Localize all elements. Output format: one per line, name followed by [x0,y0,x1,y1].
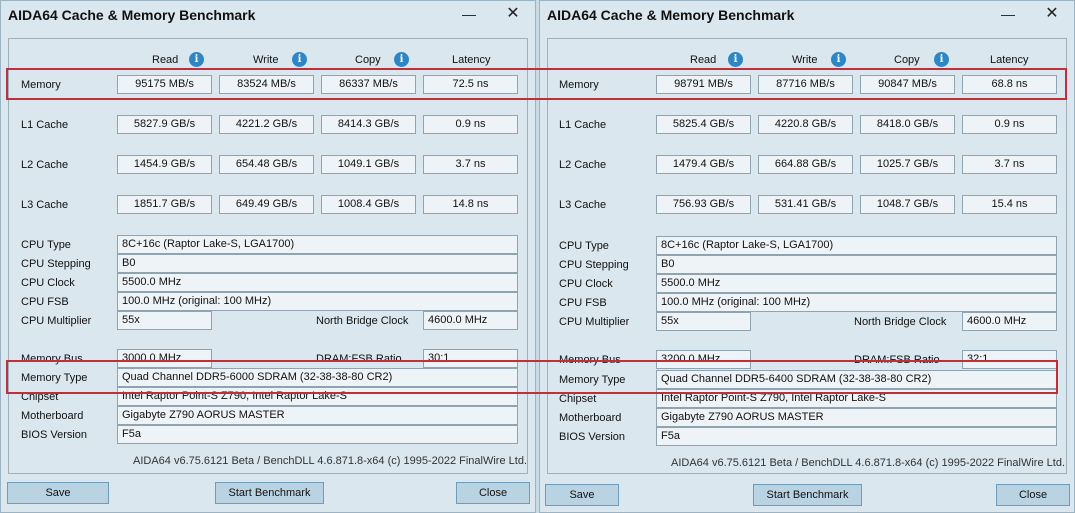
save-button[interactable]: Save [7,482,109,504]
label-cpu-type: CPU Type [559,240,609,252]
row-label-l2-cache: L2 Cache [21,159,69,171]
window-title: AIDA64 Cache & Memory Benchmark [8,7,256,23]
minimize-icon[interactable]: — [461,7,477,23]
l1-copy-value: 8414.3 GB/s [321,115,416,134]
cpu-fsb-value: 100.0 MHz (original: 100 MHz) [117,292,518,311]
memory-row-highlight [6,68,1067,100]
cpu-type-value: 8C+16c (Raptor Lake-S, LGA1700) [656,236,1057,255]
close-icon[interactable]: ✕ [505,6,521,23]
save-button[interactable]: Save [545,484,619,506]
header-read: Read [152,54,179,66]
label-cpu-stepping: CPU Stepping [559,259,629,271]
l1-latency-value: 0.9 ns [423,115,518,134]
info-icon[interactable]: i [934,52,949,67]
bios-version-value: F5a [117,425,518,444]
row-label-l3-cache: L3 Cache [21,199,69,211]
l2-copy-value: 1025.7 GB/s [860,155,955,174]
close-icon[interactable]: ✕ [1044,6,1060,23]
label-bios-version: BIOS Version [21,429,88,441]
title-bar: AIDA64 Cache & Memory Benchmark — ✕ [1,1,535,31]
motherboard-value: Gigabyte Z790 AORUS MASTER [117,406,518,425]
minimize-icon[interactable]: — [1000,7,1016,23]
cpu-stepping-value: B0 [656,255,1057,274]
cpu-multiplier-value: 55x [656,312,751,331]
header-latency: Latency [990,54,1029,66]
footer-copyright: AIDA64 v6.75.6121 Beta / BenchDLL 4.6.87… [133,455,527,467]
l2-read-value: 1479.4 GB/s [656,155,751,174]
cpu-stepping-value: B0 [117,254,518,273]
results-panel: Read i Write i Copy i Latency Memory 951… [8,38,528,474]
label-cpu-fsb: CPU FSB [559,297,607,309]
close-button[interactable]: Close [456,482,530,504]
label-cpu-clock: CPU Clock [21,277,75,289]
title-bar: AIDA64 Cache & Memory Benchmark — ✕ [540,1,1074,31]
row-label-l2-cache: L2 Cache [559,159,607,171]
l2-latency-value: 3.7 ns [962,155,1057,174]
header-latency: Latency [452,54,491,66]
header-copy: Copy [355,54,381,66]
row-label-l1-cache: L1 Cache [21,119,69,131]
l3-copy-value: 1008.4 GB/s [321,195,416,214]
l3-write-value: 649.49 GB/s [219,195,314,214]
l1-copy-value: 8418.0 GB/s [860,115,955,134]
label-chipset: Chipset [559,393,597,405]
cpu-type-value: 8C+16c (Raptor Lake-S, LGA1700) [117,235,518,254]
window-title: AIDA64 Cache & Memory Benchmark [547,7,795,23]
l2-copy-value: 1049.1 GB/s [321,155,416,174]
label-motherboard: Motherboard [21,410,84,422]
cpu-clock-value: 5500.0 MHz [117,273,518,292]
l1-write-value: 4221.2 GB/s [219,115,314,134]
header-read: Read [690,54,717,66]
north-bridge-clock-value: 4600.0 MHz [423,311,518,330]
bios-version-value: F5a [656,427,1057,446]
info-icon[interactable]: i [831,52,846,67]
header-write: Write [253,54,279,66]
l2-write-value: 664.88 GB/s [758,155,853,174]
l1-read-value: 5825.4 GB/s [656,115,751,134]
l3-latency-value: 15.4 ns [962,195,1057,214]
cpu-fsb-value: 100.0 MHz (original: 100 MHz) [656,293,1057,312]
label-cpu-stepping: CPU Stepping [21,258,91,270]
label-motherboard: Motherboard [559,412,622,424]
results-panel: Read i Write i Copy i Latency Memory 987… [547,38,1067,474]
label-north-bridge-clock: North Bridge Clock [316,315,409,327]
info-icon[interactable]: i [292,52,307,67]
l1-latency-value: 0.9 ns [962,115,1057,134]
row-label-l1-cache: L1 Cache [559,119,607,131]
north-bridge-clock-value: 4600.0 MHz [962,312,1057,331]
l3-copy-value: 1048.7 GB/s [860,195,955,214]
l3-write-value: 531.41 GB/s [758,195,853,214]
cpu-clock-value: 5500.0 MHz [656,274,1057,293]
footer-copyright: AIDA64 v6.75.6121 Beta / BenchDLL 4.6.87… [671,457,1065,469]
label-bios-version: BIOS Version [559,431,626,443]
info-icon[interactable]: i [189,52,204,67]
label-cpu-multiplier: CPU Multiplier [559,316,630,328]
l3-read-value: 756.93 GB/s [656,195,751,214]
l2-read-value: 1454.9 GB/s [117,155,212,174]
l3-latency-value: 14.8 ns [423,195,518,214]
l1-read-value: 5827.9 GB/s [117,115,212,134]
memory-type-highlight [6,360,1058,394]
label-cpu-multiplier: CPU Multiplier [21,315,92,327]
close-button[interactable]: Close [996,484,1070,506]
label-cpu-clock: CPU Clock [559,278,613,290]
info-icon[interactable]: i [728,52,743,67]
row-label-l3-cache: L3 Cache [559,199,607,211]
header-copy: Copy [894,54,920,66]
motherboard-value: Gigabyte Z790 AORUS MASTER [656,408,1057,427]
l2-latency-value: 3.7 ns [423,155,518,174]
info-icon[interactable]: i [394,52,409,67]
l1-write-value: 4220.8 GB/s [758,115,853,134]
header-write: Write [792,54,818,66]
l3-read-value: 1851.7 GB/s [117,195,212,214]
label-cpu-fsb: CPU FSB [21,296,69,308]
label-cpu-type: CPU Type [21,239,71,251]
label-north-bridge-clock: North Bridge Clock [854,316,947,328]
l2-write-value: 654.48 GB/s [219,155,314,174]
start-benchmark-button[interactable]: Start Benchmark [753,484,862,506]
cpu-multiplier-value: 55x [117,311,212,330]
start-benchmark-button[interactable]: Start Benchmark [215,482,324,504]
